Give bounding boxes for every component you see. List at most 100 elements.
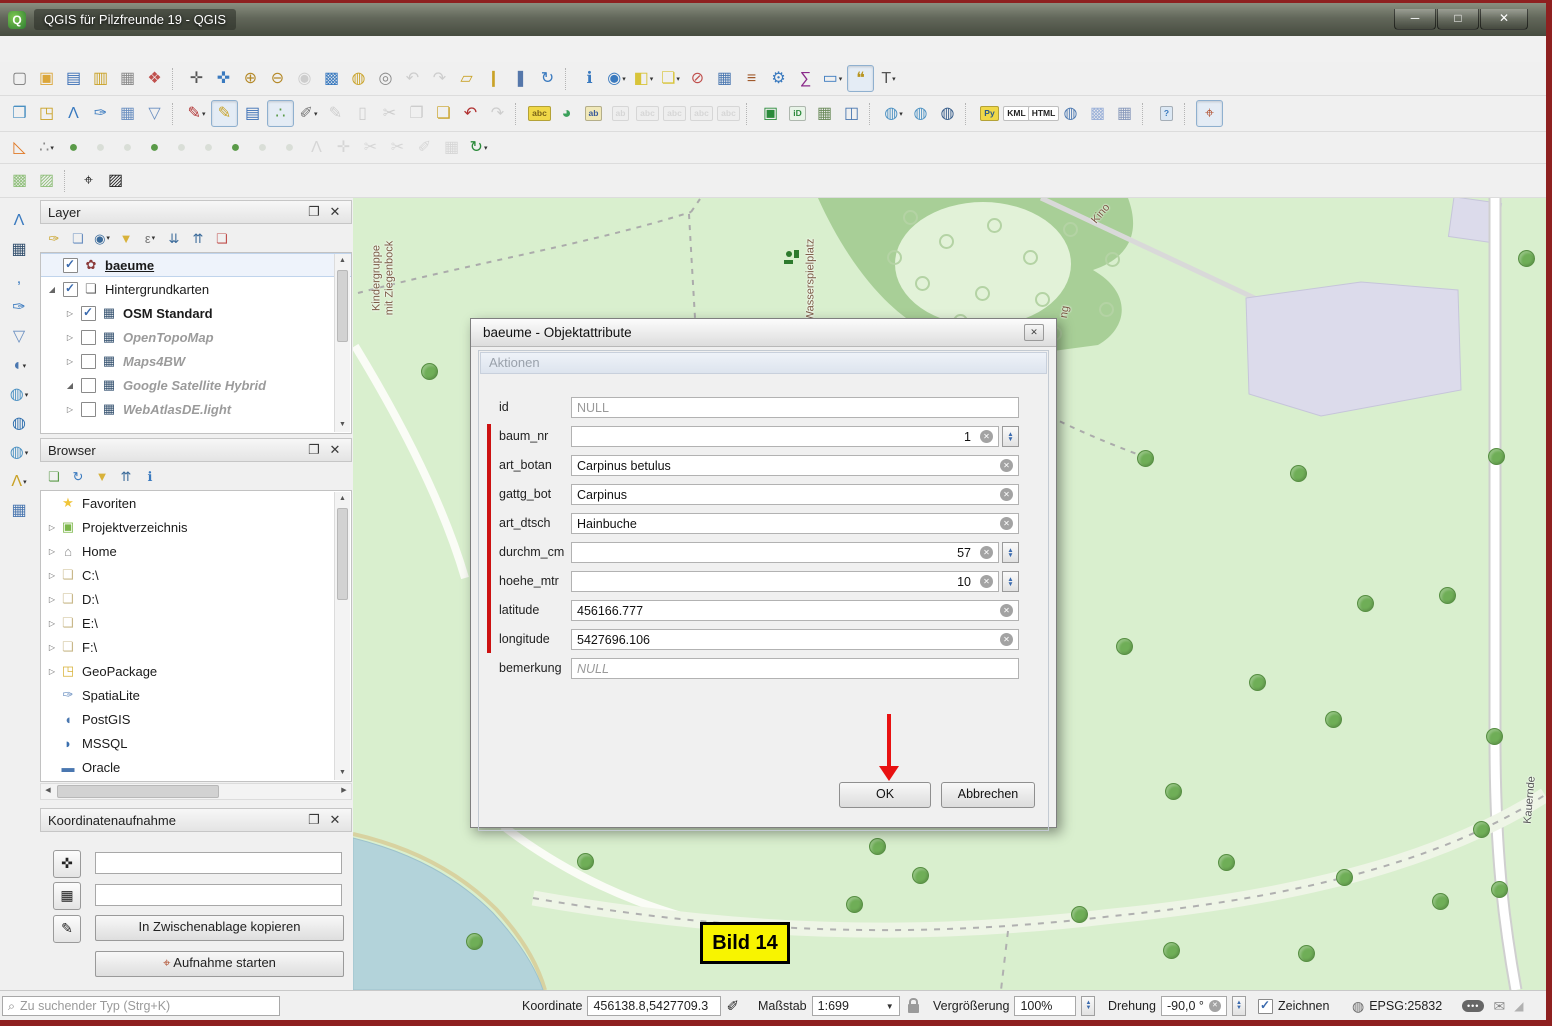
close-panel-icon[interactable]: ✕: [326, 442, 344, 458]
tree-expander-icon[interactable]: ▷: [45, 523, 59, 532]
close-button[interactable]: ✕: [1480, 9, 1528, 30]
zoom-full-icon[interactable]: ▩: [319, 66, 344, 91]
menu-einstellungen[interactable]: [88, 45, 110, 53]
magnifier-field[interactable]: 100%: [1014, 996, 1076, 1016]
filter-legend-icon[interactable]: ▼: [115, 227, 137, 249]
render-checkbox[interactable]: [1258, 999, 1273, 1014]
layer-item-maps4bw[interactable]: ▷ ▦ Maps4BW: [41, 349, 351, 373]
browser-item-c-drive[interactable]: ▷ ❏ C:\: [41, 563, 351, 587]
maximize-button[interactable]: □: [1437, 9, 1479, 30]
menu-verarbeitung[interactable]: [242, 45, 264, 53]
layer-visibility-checkbox[interactable]: [81, 330, 96, 345]
map-annotation-icon[interactable]: ▨: [34, 168, 59, 193]
statistical-summary-icon[interactable]: ∑: [793, 66, 818, 91]
new-shapefile-icon[interactable]: Λ▾: [7, 469, 32, 494]
layer-item-webatlasde-light[interactable]: ▷ ▦ WebAtlasDE.light: [41, 397, 351, 421]
field-input[interactable]: Carpinus betulus ✕: [571, 455, 1019, 476]
cut-features-icon[interactable]: ✂: [377, 101, 402, 126]
field-spinner[interactable]: ▲▼: [1002, 426, 1019, 447]
clear-field-icon[interactable]: ✕: [1000, 517, 1013, 530]
field-input[interactable]: Carpinus ✕: [571, 484, 1019, 505]
pin-labels-icon[interactable]: ab: [581, 101, 606, 126]
clear-field-icon[interactable]: ✕: [980, 430, 993, 443]
add-wcs-icon[interactable]: ◍: [7, 411, 32, 436]
save-project-icon[interactable]: ▤: [61, 66, 86, 91]
magnifier-spinner[interactable]: ▲▼: [1081, 996, 1095, 1016]
select-features-icon[interactable]: ◧▾: [631, 66, 656, 91]
cancel-button[interactable]: Abbrechen: [941, 782, 1035, 808]
messages-bubble-icon[interactable]: •••: [1462, 1000, 1484, 1012]
float-panel-icon[interactable]: ❐: [305, 204, 323, 220]
layer-item-baeume[interactable]: ✿ baeume: [41, 253, 351, 277]
add-spatialite-icon[interactable]: ✑: [7, 295, 32, 320]
new-map-view-icon[interactable]: ▱: [454, 66, 479, 91]
trim-extend-icon[interactable]: ▦: [439, 135, 464, 160]
kml-tools-icon[interactable]: KML: [1004, 101, 1029, 126]
clear-field-icon[interactable]: ✕: [1209, 1000, 1221, 1012]
field-input[interactable]: 5427696.106 ✕: [571, 629, 1019, 650]
close-panel-icon[interactable]: ✕: [326, 812, 344, 828]
copy-features-icon[interactable]: ❐: [404, 101, 429, 126]
change-label-icon[interactable]: abc: [716, 101, 741, 126]
field-spinner[interactable]: ▲▼: [1002, 542, 1019, 563]
field-input[interactable]: 1 ✕: [571, 426, 999, 447]
collapse-all-icon[interactable]: ⇈: [187, 227, 209, 249]
layer-visibility-checkbox[interactable]: [81, 402, 96, 417]
rotation-spinner[interactable]: ▲▼: [1232, 996, 1246, 1016]
layer-visibility-checkbox[interactable]: [81, 306, 96, 321]
current-edits-icon[interactable]: ✎▾: [184, 101, 209, 126]
layer-tree-scrollbar[interactable]: ▲▼: [334, 254, 350, 432]
menu-web[interactable]: [198, 45, 220, 53]
add-postgis-icon[interactable]: ◖▾: [7, 353, 32, 378]
modify-attributes-icon[interactable]: ✎: [323, 101, 348, 126]
menu-hilfe[interactable]: [264, 45, 286, 53]
browser-item-e-drive[interactable]: ▷ ❏ E:\: [41, 611, 351, 635]
add-spatialite-layer-icon[interactable]: ✑: [88, 101, 113, 126]
open-attribute-table-icon[interactable]: ▦: [712, 66, 737, 91]
tree-expander-icon[interactable]: ◢: [45, 285, 59, 294]
browser-item-postgis[interactable]: ◖ PostGIS: [41, 707, 351, 731]
deselect-features-icon[interactable]: ⊘: [685, 66, 710, 91]
layer-visibility-checkbox[interactable]: [81, 354, 96, 369]
add-virtual-layer-icon[interactable]: ▽: [142, 101, 167, 126]
map-tips-icon[interactable]: ❝: [847, 65, 874, 92]
browser-item-favoriten[interactable]: ★ Favoriten: [41, 491, 351, 515]
field-input[interactable]: NULL: [571, 397, 1019, 418]
add-group-icon[interactable]: ❏: [67, 227, 89, 249]
close-panel-icon[interactable]: ✕: [326, 204, 344, 220]
track-coordinates-icon[interactable]: ✐: [726, 997, 739, 1015]
filter-browser-icon[interactable]: ▼: [91, 465, 113, 487]
tree-expander-icon[interactable]: ▷: [45, 643, 59, 652]
pan-map-icon[interactable]: ✛: [184, 66, 209, 91]
select-by-form-icon[interactable]: ❏▾: [658, 66, 683, 91]
tree-expander-icon[interactable]: ▷: [63, 309, 77, 318]
zoom-next-icon[interactable]: ↷: [427, 66, 452, 91]
id-editor-icon[interactable]: iD: [785, 101, 810, 126]
clear-field-icon[interactable]: ✕: [980, 575, 993, 588]
color-grid-icon[interactable]: ▩: [1085, 101, 1110, 126]
browser-item-d-drive[interactable]: ▷ ❏ D:\: [41, 587, 351, 611]
move-label-icon[interactable]: abc: [662, 101, 687, 126]
tree-expander-icon[interactable]: ◢: [63, 381, 77, 390]
coordinate-capture-icon[interactable]: ⌖: [1196, 100, 1223, 127]
field-input[interactable]: 57 ✕: [571, 542, 999, 563]
tree-expander-icon[interactable]: ▷: [45, 619, 59, 628]
clear-field-icon[interactable]: ✕: [980, 546, 993, 559]
toggle-editing-icon[interactable]: ✎: [211, 100, 238, 127]
coordinate-field-2[interactable]: [95, 884, 342, 906]
layout-manager-icon[interactable]: ▦: [115, 66, 140, 91]
track-mouse-icon[interactable]: ✎: [53, 915, 81, 943]
layer-labeling-icon[interactable]: abc: [527, 101, 552, 126]
clear-field-icon[interactable]: ✕: [1000, 633, 1013, 646]
add-delimited-text-icon[interactable]: ,: [7, 266, 32, 291]
fill-ring-icon[interactable]: ●: [142, 135, 167, 160]
menu-erweiterungen[interactable]: [110, 45, 132, 53]
browser-item-home[interactable]: ▷ ⌂ Home: [41, 539, 351, 563]
ok-button[interactable]: OK: [839, 782, 931, 808]
datasource-manager-icon[interactable]: ❒: [7, 101, 32, 126]
text-annotation-icon[interactable]: T▾: [876, 66, 901, 91]
zoom-to-selection-icon[interactable]: ◎: [373, 66, 398, 91]
save-layer-edits-icon[interactable]: ▤: [240, 101, 265, 126]
copy-to-clipboard-button[interactable]: In Zwischenablage kopieren: [95, 915, 344, 941]
processing-toolbox-icon[interactable]: ⚙: [766, 66, 791, 91]
